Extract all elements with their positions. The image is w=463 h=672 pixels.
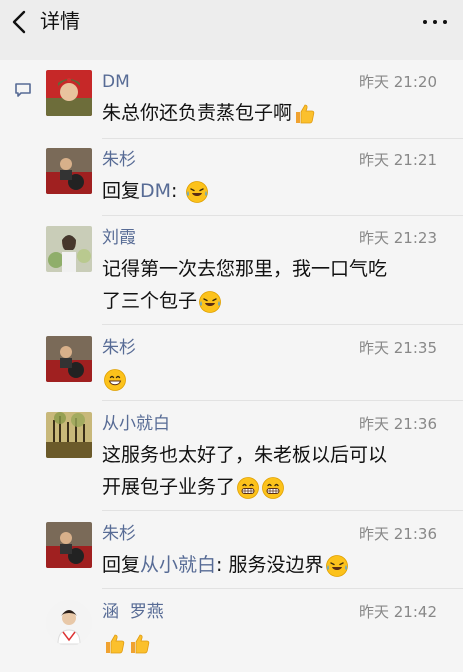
comment-time: 昨天 21:36 — [359, 415, 437, 433]
divider — [102, 400, 463, 401]
divider — [102, 215, 463, 216]
comment-text: 回复DM: — [102, 175, 442, 207]
comment-text — [102, 627, 442, 659]
comment-text: 朱总你还负责蒸包子啊 — [102, 97, 442, 129]
grin-emoji — [236, 476, 260, 500]
comment-time: 昨天 21:36 — [359, 525, 437, 543]
avatar[interactable] — [46, 226, 92, 272]
avatar[interactable] — [46, 600, 92, 646]
comment-time: 昨天 21:42 — [359, 603, 437, 621]
grin-emoji — [261, 476, 285, 500]
smile-emoji — [103, 368, 127, 392]
comment-author[interactable]: 朱杉 — [102, 148, 136, 172]
avatar[interactable] — [46, 412, 92, 458]
avatar[interactable] — [46, 70, 92, 116]
comment-time: 昨天 21:20 — [359, 73, 437, 91]
divider — [102, 510, 463, 511]
comment-time: 昨天 21:21 — [359, 151, 437, 169]
comment-time: 昨天 21:35 — [359, 339, 437, 357]
thumbs-up-emoji — [128, 632, 152, 656]
top-bar: 详情 — [0, 0, 463, 44]
comment-text: 记得第一次去您那里，我一口气吃 了三个包子 — [102, 253, 442, 317]
comment-author[interactable]: DM — [102, 70, 130, 94]
comment-text: 回复从小就白: 服务没边界 — [102, 549, 442, 581]
comment-time: 昨天 21:23 — [359, 229, 437, 247]
comment-author[interactable]: 朱杉 — [102, 522, 136, 546]
comment-author[interactable]: 涵 罗燕 — [102, 600, 164, 624]
more-dots-icon[interactable] — [417, 8, 453, 34]
comment-text — [102, 363, 442, 395]
page-title: 详情 — [40, 9, 80, 33]
avatar[interactable] — [46, 336, 92, 382]
comment-author[interactable]: 刘霞 — [102, 226, 136, 250]
comment-list: DM 昨天 21:20 朱总你还负责蒸包子啊 朱杉 昨天 21:21 回复DM: — [0, 60, 463, 672]
divider — [102, 138, 463, 139]
comment-icon — [14, 82, 32, 98]
divider — [102, 324, 463, 325]
laugh-cry-emoji — [198, 290, 222, 314]
thumbs-up-emoji — [293, 102, 317, 126]
divider — [102, 588, 463, 589]
comment-text: 这服务也太好了，朱老板以后可以 开展包子业务了 — [102, 444, 388, 500]
comment-author[interactable]: 从小就白 — [102, 412, 170, 436]
laugh-cry-emoji — [325, 554, 349, 578]
chevron-left-icon[interactable] — [6, 6, 36, 38]
avatar[interactable] — [46, 148, 92, 194]
laugh-cry-emoji — [185, 180, 209, 204]
reply-to-link[interactable]: DM — [140, 180, 171, 202]
comment-author[interactable]: 朱杉 — [102, 336, 136, 360]
thumbs-up-emoji — [103, 632, 127, 656]
reply-to-link[interactable]: 从小就白 — [140, 554, 216, 576]
avatar[interactable] — [46, 522, 92, 568]
